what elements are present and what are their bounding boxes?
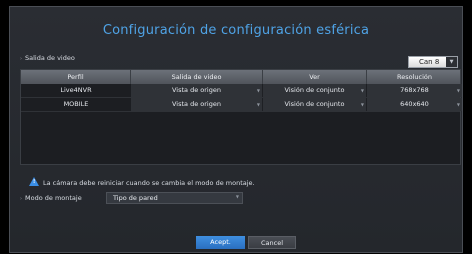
channel-select-value: Can 8 [419, 58, 440, 66]
table-header: Perfil Salida de video Ver Resolución [21, 70, 460, 84]
chevron-down-icon: ▼ [456, 88, 460, 93]
chevron-down-icon: ▼ [456, 102, 460, 107]
header-resolucion: Resolución [397, 73, 432, 81]
cell-perfil: MOBILE [63, 100, 89, 108]
cell-perfil: Live4NVR [60, 86, 92, 94]
mount-mode-select[interactable]: Tipo de pared ▼ [106, 192, 243, 204]
channel-select[interactable]: Can 8 ▼ [408, 56, 458, 68]
resolution-dropdown[interactable]: 640x640 ▼ [367, 98, 462, 111]
output-dropdown[interactable]: Vista de origen ▼ [131, 98, 263, 111]
profile-table: Perfil Salida de video Ver Resolución Li… [20, 69, 462, 165]
chevron-down-icon: ▼ [256, 102, 260, 107]
header-perfil: Perfil [21, 70, 131, 84]
chevron-down-icon: ▼ [446, 57, 457, 67]
accept-button[interactable]: Acept. [196, 236, 245, 249]
warning-icon: ! [29, 177, 39, 186]
video-output-label: › Salida de video [20, 54, 75, 62]
header-salida: Salida de video [131, 70, 263, 84]
dialog-title: Configuración de configuración esférica [102, 23, 370, 38]
table-row: MOBILE Vista de origen ▼ Visión de conjun… [21, 98, 462, 112]
cancel-button[interactable]: Cancel [248, 236, 296, 249]
view-dropdown[interactable]: Visión de conjunto ▼ [263, 98, 367, 111]
mount-mode-value: Tipo de pared [113, 194, 158, 202]
chevron-down-icon: ▼ [360, 88, 364, 93]
bullet-icon: › [20, 56, 22, 62]
warning-message: ! La cámara debe reiniciar cuando se camb… [29, 177, 255, 187]
bullet-icon: › [20, 196, 22, 202]
chevron-down-icon: ▼ [235, 194, 239, 199]
mount-mode-label: › Modo de montaje [20, 194, 82, 202]
chevron-down-icon: ▼ [360, 102, 364, 107]
chevron-down-icon: ▼ [256, 88, 260, 93]
table-row: Live4NVR Vista de origen ▼ Visión de conj… [21, 84, 462, 98]
header-ver: Ver [263, 70, 367, 84]
view-dropdown[interactable]: Visión de conjunto ▼ [263, 84, 367, 97]
resolution-dropdown[interactable]: 768x768 ▼ [367, 84, 462, 97]
output-dropdown[interactable]: Vista de origen ▼ [131, 84, 263, 97]
